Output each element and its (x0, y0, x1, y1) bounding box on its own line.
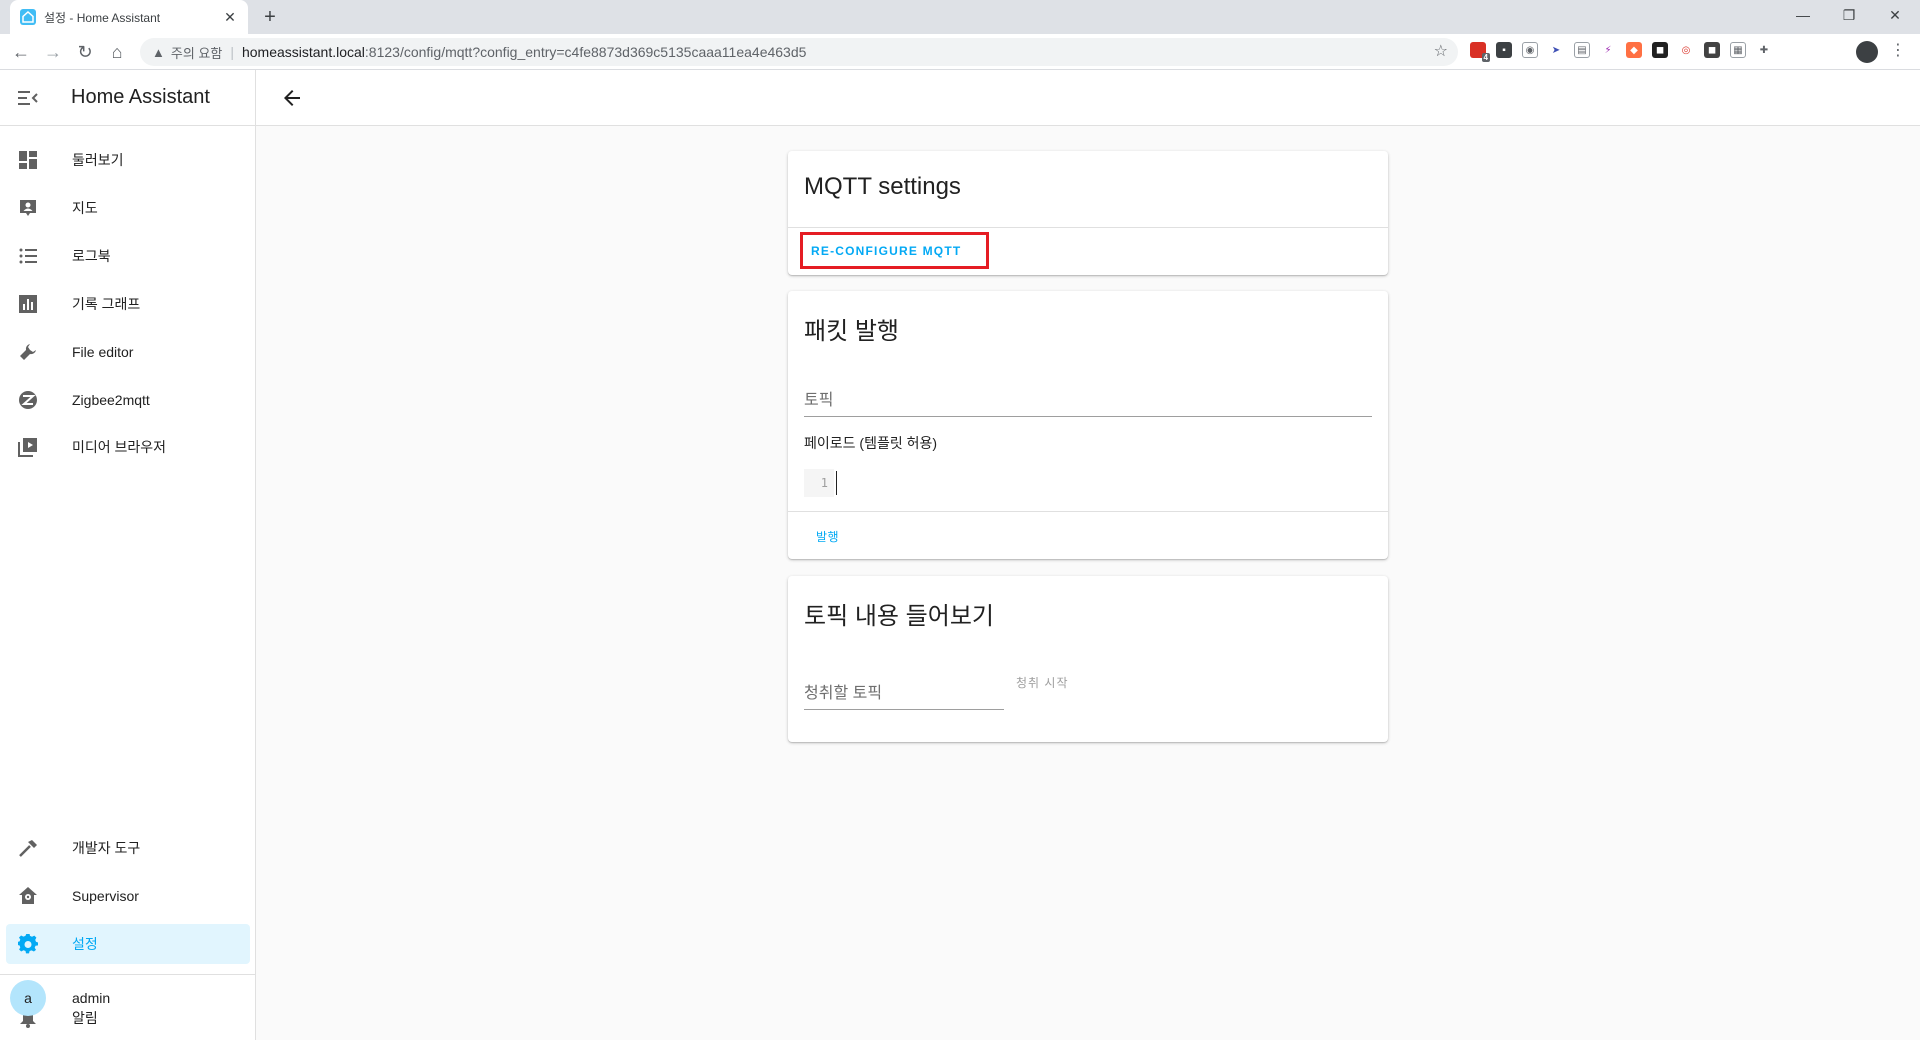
logbook-icon (6, 246, 50, 266)
sidebar-item-label: 기록 그래프 (72, 296, 141, 312)
puzzle-extensions-icon[interactable]: ✚ (1756, 42, 1772, 58)
text-cursor (836, 471, 837, 495)
cog-icon (6, 934, 50, 954)
start-listening-button[interactable]: 청취 시작 (1016, 674, 1069, 691)
back-icon[interactable]: ← (8, 39, 34, 65)
dashboard-icon (6, 150, 50, 170)
mqtt-settings-card: MQTT settings RE-CONFIGURE MQTT (788, 151, 1388, 275)
sidebar-item-label: admin (72, 990, 111, 1006)
sidebar-item-label: 개발자 도구 (72, 840, 141, 856)
app-toolbar (256, 70, 1920, 126)
url-path: :8123/config/mqtt?config_entry=c4fe8873d… (364, 44, 807, 60)
publish-button[interactable]: 발행 (808, 520, 847, 553)
listen-topic-field-label: 청취할 토픽 (804, 685, 883, 702)
extension-icon[interactable]: ▪ (1496, 42, 1512, 58)
sidebar-item-supervisor[interactable]: Supervisor (6, 876, 250, 916)
extension-icon[interactable]: 4 (1470, 42, 1490, 62)
camera-extension-icon[interactable]: ◉ (1522, 42, 1538, 58)
extension-icon[interactable]: ▦ (1730, 42, 1746, 58)
payload-label: 페이로드 (템플릿 허용) (804, 435, 938, 451)
sidebar-item-label: 로그북 (72, 248, 111, 264)
home-assistant-favicon-icon (20, 9, 36, 25)
sidebar-item-label: Zigbee2mqtt (72, 392, 150, 408)
extensions-row: 4 ▪ ◉ ➤ ▤ ⚡ ◆ ◼ ◎ ◼ ▦ ✚ (1470, 42, 1772, 62)
new-tab-icon[interactable]: + (258, 6, 282, 30)
sidebar-item-label: File editor (72, 344, 134, 360)
send-extension-icon[interactable]: ➤ (1548, 42, 1564, 58)
sidebar-item-map[interactable]: 지도 (6, 188, 250, 228)
tab-title: 설정 - Home Assistant (44, 10, 161, 25)
highlight-box: RE-CONFIGURE MQTT (800, 232, 989, 269)
browser-toolbar: ← → ↻ ⌂ ▲ 주의 요함 | homeassistant.local :8… (0, 34, 1920, 70)
sidebar-title: Home Assistant (71, 86, 210, 108)
bookmark-star-icon[interactable]: ☆ (1434, 41, 1448, 61)
security-warning[interactable]: 주의 요함 (171, 43, 222, 62)
extension-icon[interactable]: ◼ (1652, 42, 1668, 58)
menu-collapse-icon[interactable] (0, 90, 56, 106)
topic-field-label: 토픽 (804, 392, 834, 409)
card-title: 토픽 내용 들어보기 (804, 603, 994, 630)
sidebar-item-label: 미디어 브라우저 (72, 439, 167, 455)
extension-icon[interactable]: ⚡ (1600, 42, 1616, 58)
avatar: a (10, 980, 46, 1016)
address-bar[interactable]: ▲ 주의 요함 | homeassistant.local :8123/conf… (140, 38, 1458, 66)
wrench-icon (6, 342, 50, 362)
close-window-icon[interactable]: ✕ (1872, 0, 1918, 30)
sidebar-item-label: Supervisor (72, 888, 139, 904)
sidebar-item-user[interactable]: a admin (6, 978, 250, 1018)
sidebar-item-developer-tools[interactable]: 개발자 도구 (6, 828, 250, 868)
line-number: 1 (804, 469, 834, 497)
sidebar-item-label: 지도 (72, 200, 98, 216)
extension-icon[interactable]: ◼ (1704, 42, 1720, 58)
extension-icon[interactable]: ◆ (1626, 42, 1642, 58)
zigbee-icon (6, 390, 50, 410)
sidebar-item-label: 설정 (72, 936, 98, 952)
chart-icon (6, 294, 50, 314)
sidebar-item-history[interactable]: 기록 그래프 (6, 284, 250, 324)
sidebar-item-settings[interactable]: 설정 (6, 924, 250, 964)
sidebar: Home Assistant 둘러보기 지도 로그북 기록 그래프 File e… (0, 70, 256, 1040)
extension-icon[interactable]: ◎ (1678, 42, 1694, 58)
card-title: MQTT settings (804, 173, 961, 200)
sidebar-item-file-editor[interactable]: File editor (6, 332, 250, 372)
browser-tabstrip: 설정 - Home Assistant ✕ + — ❐ ✕ (0, 0, 1920, 34)
card-title: 패킷 발행 (804, 318, 899, 345)
media-icon (6, 437, 50, 457)
forward-icon[interactable]: → (40, 39, 66, 65)
restore-icon[interactable]: ❐ (1826, 0, 1872, 30)
home-icon[interactable]: ⌂ (104, 39, 130, 65)
warning-icon: ▲ (152, 44, 165, 60)
publish-topic-input[interactable]: 토픽 (804, 377, 1372, 417)
sidebar-item-media-browser[interactable]: 미디어 브라우저 (6, 427, 250, 467)
minimize-icon[interactable]: — (1780, 0, 1826, 30)
sidebar-item-logbook[interactable]: 로그북 (6, 236, 250, 276)
extension-badge: 4 (1481, 53, 1490, 62)
main-content: MQTT settings RE-CONFIGURE MQTT 패킷 발행 토픽… (256, 126, 1920, 1040)
publish-packet-card: 패킷 발행 토픽 페이로드 (템플릿 허용) 1 발행 (788, 291, 1388, 559)
sidebar-item-label: 둘러보기 (72, 152, 124, 168)
tab-close-icon[interactable]: ✕ (222, 9, 238, 26)
browser-tab[interactable]: 설정 - Home Assistant ✕ (10, 0, 248, 34)
url-host: homeassistant.local (241, 44, 365, 60)
browser-menu-icon[interactable]: ⋮ (1890, 40, 1906, 60)
supervisor-icon (6, 886, 50, 906)
hammer-icon (6, 838, 50, 858)
sidebar-item-overview[interactable]: 둘러보기 (6, 140, 250, 180)
extension-icon[interactable]: ▤ (1574, 42, 1590, 58)
reload-icon[interactable]: ↻ (72, 39, 98, 65)
map-icon (6, 198, 50, 218)
reconfigure-mqtt-button[interactable]: RE-CONFIGURE MQTT (803, 235, 969, 266)
sidebar-header: Home Assistant (0, 70, 255, 126)
listen-topic-input[interactable]: 청취할 토픽 (804, 670, 1004, 710)
listen-topic-card: 토픽 내용 들어보기 청취할 토픽 청취 시작 (788, 576, 1388, 742)
back-arrow-icon[interactable] (280, 86, 304, 110)
profile-avatar[interactable] (1856, 41, 1878, 63)
payload-code-editor[interactable]: 1 (804, 467, 1372, 499)
sidebar-item-zigbee2mqtt[interactable]: Zigbee2mqtt (6, 380, 250, 420)
